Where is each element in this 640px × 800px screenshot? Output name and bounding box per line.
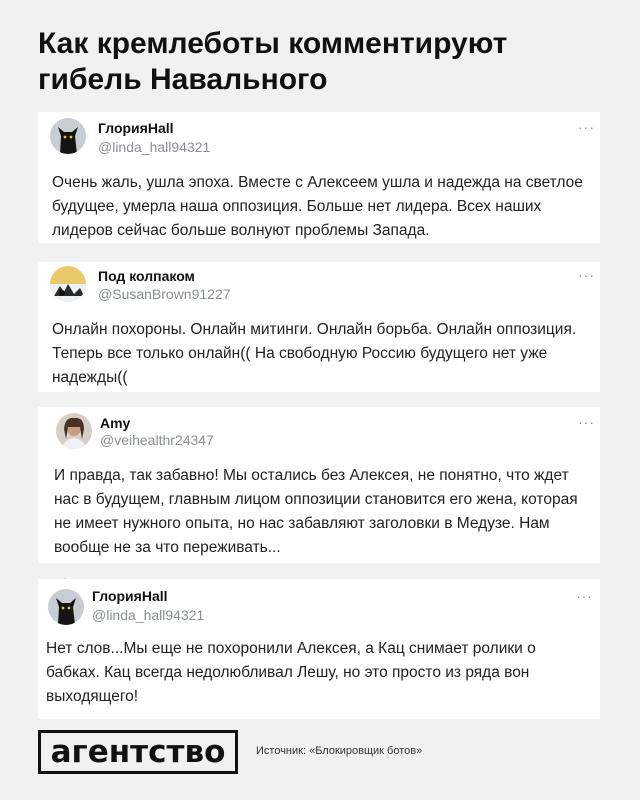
woman-avatar-icon[interactable] <box>56 413 92 449</box>
tweet-card: ГлорияHall @linda_hall94321 ··· Очень жа… <box>38 112 600 243</box>
black-cat-avatar-icon[interactable] <box>48 589 84 625</box>
tweet-card: Под колпаком @SusanBrown91227 ··· Онлайн… <box>38 262 600 392</box>
tweet-text: Онлайн похороны. Онлайн митинги. Онлайн … <box>52 321 577 386</box>
page-title: Как кремлеботы комментируют гибель Навал… <box>38 27 508 96</box>
agency-logo: агентство <box>38 730 238 774</box>
tweet-card: ГлорияHall @linda_hall94321 ··· Нет слов… <box>38 579 600 719</box>
black-cat-avatar-icon[interactable] <box>50 118 86 154</box>
more-options-icon[interactable]: ··· <box>578 415 595 429</box>
tweet-text: Нет слов...Мы еще не похоронили Алексея,… <box>46 640 536 705</box>
author-name[interactable]: Amy <box>100 415 130 431</box>
tweet-text: И правда, так забавно! Мы остались без А… <box>54 467 578 556</box>
source-caption: Источник: «Блокировщик ботов» <box>256 745 423 757</box>
more-options-icon[interactable]: ··· <box>576 589 593 603</box>
author-handle[interactable]: @veihealthr24347 <box>100 432 214 448</box>
author-handle[interactable]: @linda_hall94321 <box>92 607 204 623</box>
author-handle[interactable]: @SusanBrown91227 <box>98 286 231 302</box>
author-name[interactable]: ГлорияHall <box>98 120 174 136</box>
tweet-card: Amy @veihealthr24347 ··· И правда, так з… <box>38 407 600 563</box>
landscape-avatar-icon[interactable] <box>50 266 86 302</box>
author-name[interactable]: Под колпаком <box>98 268 195 284</box>
more-options-icon[interactable]: ··· <box>578 268 595 282</box>
more-options-icon[interactable]: ··· <box>578 120 595 134</box>
author-handle[interactable]: @linda_hall94321 <box>98 139 210 155</box>
author-name[interactable]: ГлорияHall <box>92 588 168 604</box>
tweet-text: Очень жаль, ушла эпоха. Вместе с Алексее… <box>52 174 583 239</box>
